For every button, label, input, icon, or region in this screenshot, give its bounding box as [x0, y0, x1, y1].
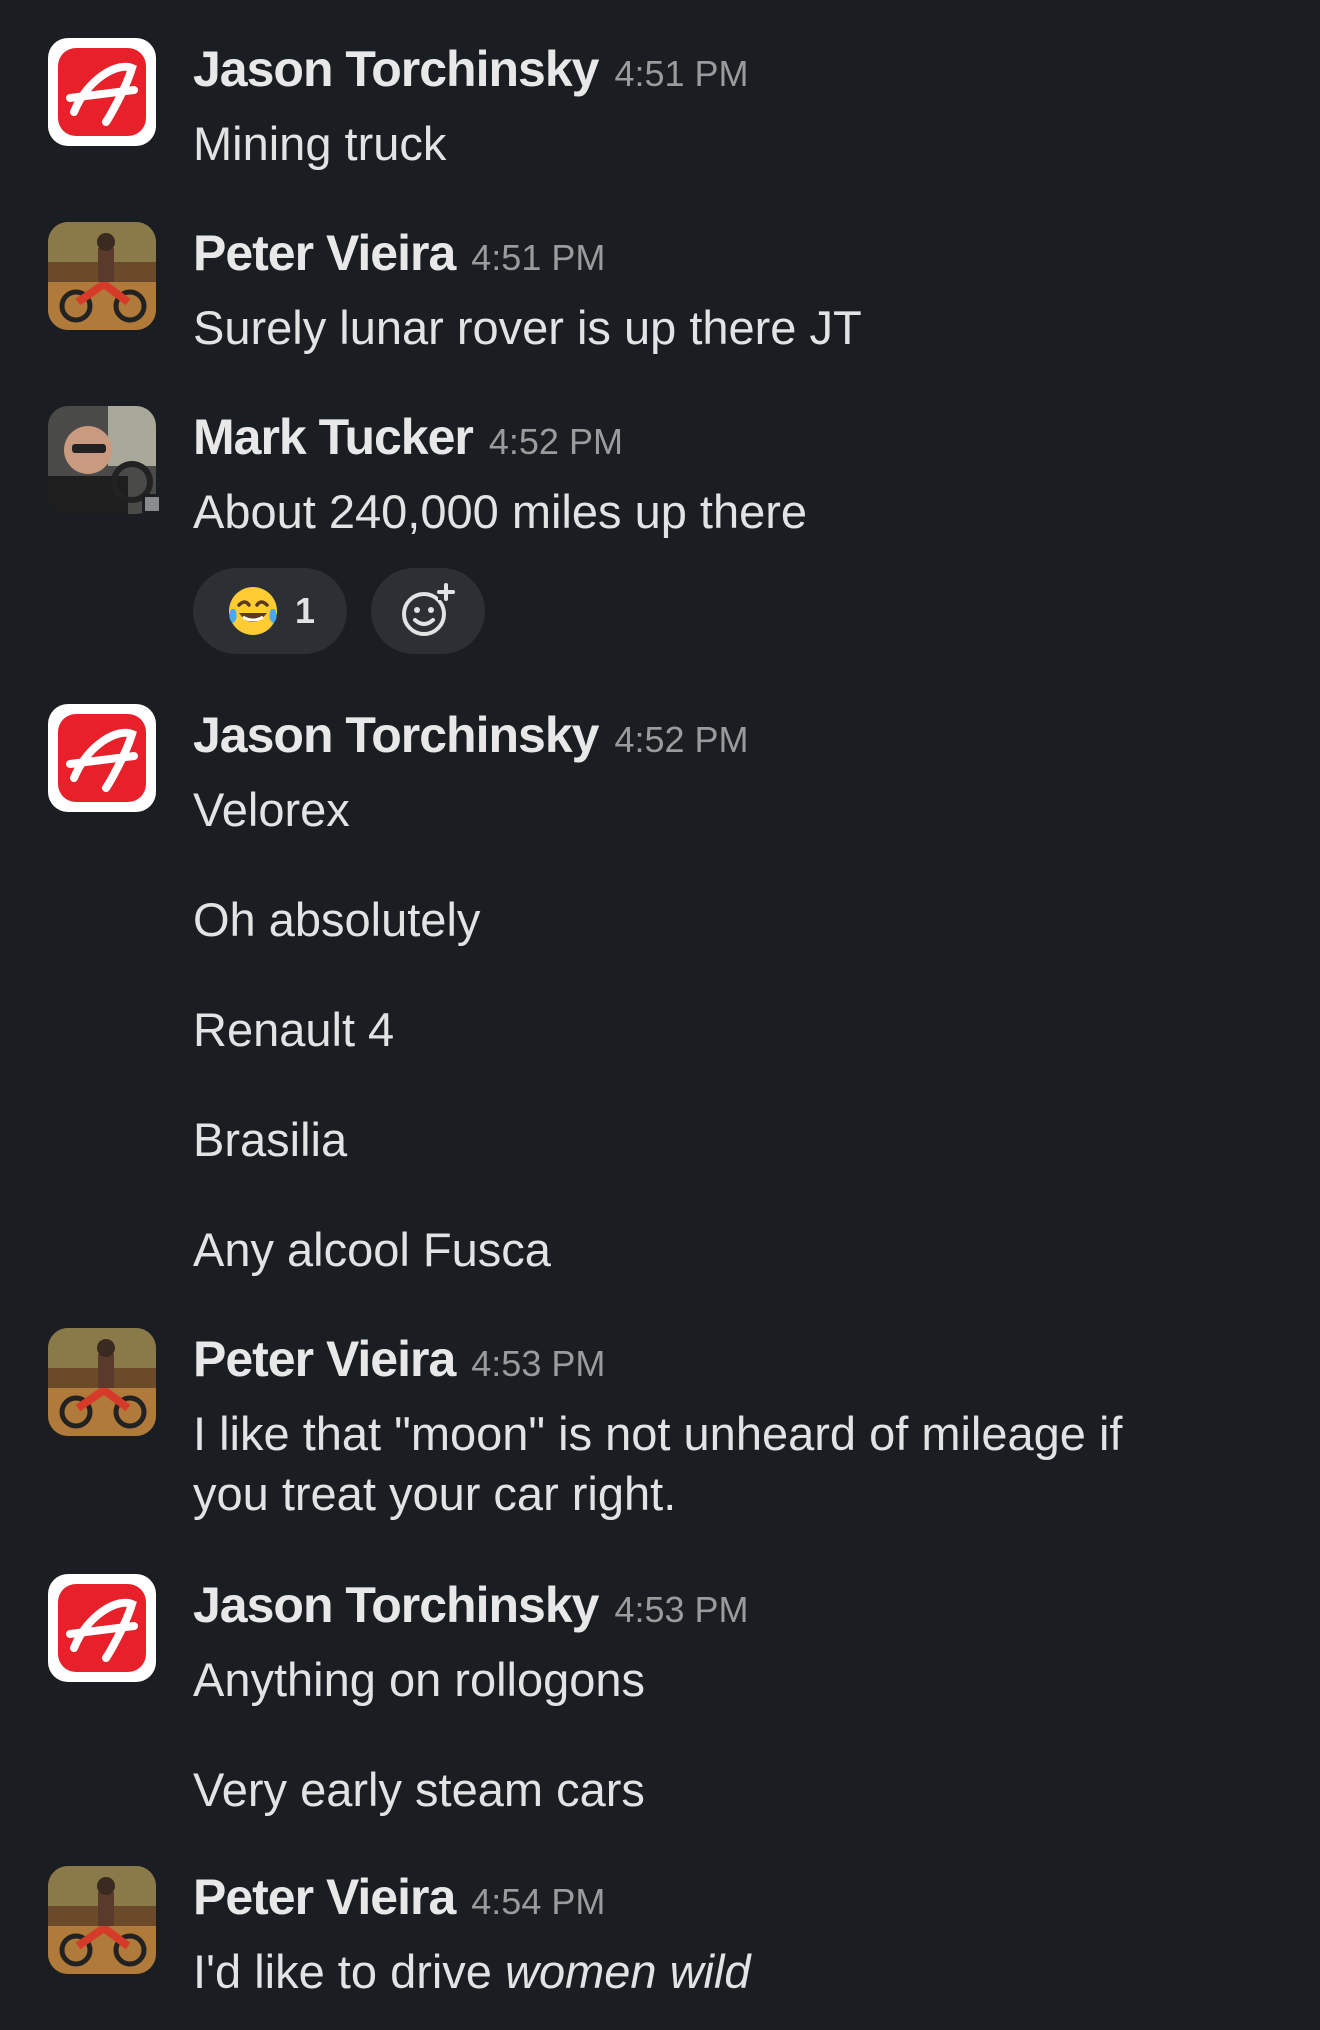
message-text: Renault 4 — [193, 1003, 395, 1056]
timestamp[interactable]: 4:51 PM — [471, 237, 605, 279]
message-text: Any alcool Fusca — [193, 1223, 551, 1276]
avatar[interactable] — [48, 38, 156, 146]
timestamp[interactable]: 4:52 PM — [489, 421, 623, 463]
avatar[interactable] — [48, 1866, 156, 1974]
message-text: About 240,000 miles up there — [193, 485, 808, 538]
message-text-italic: women wild — [505, 1945, 751, 1998]
message-text: you treat your car right. — [193, 1467, 677, 1520]
add-reaction-button[interactable] — [371, 568, 485, 654]
message-text: I'd like to drive women wild — [193, 1942, 751, 2002]
add-reaction-icon — [402, 583, 455, 636]
jalopnik-logo-icon — [48, 1574, 156, 1682]
presence-indicator — [142, 494, 162, 514]
dirt-bike-photo — [48, 1866, 156, 1974]
reaction-pill[interactable]: 1 — [193, 568, 347, 654]
reaction-count: 1 — [294, 590, 316, 631]
avatar[interactable] — [48, 704, 156, 812]
message-text: Surely lunar rover is up there JT — [193, 301, 862, 354]
avatar[interactable] — [48, 1328, 156, 1436]
timestamp[interactable]: 4:53 PM — [614, 1589, 748, 1631]
message-text: Mining truck — [193, 117, 447, 170]
author-name[interactable]: Jason Torchinsky — [193, 706, 599, 764]
message-text: Velorex — [193, 783, 350, 836]
author-name[interactable]: Mark Tucker — [193, 408, 474, 466]
author-name[interactable]: Peter Vieira — [193, 1330, 456, 1388]
timestamp[interactable]: 4:53 PM — [471, 1343, 605, 1385]
tears-of-joy-emoji-icon — [228, 587, 277, 635]
message-text: I like that "moon" is not unheard of mil… — [193, 1407, 1123, 1460]
message-text: Brasilia — [193, 1113, 348, 1166]
author-name[interactable]: Peter Vieira — [193, 224, 456, 282]
timestamp[interactable]: 4:54 PM — [471, 1881, 605, 1923]
dirt-bike-photo — [48, 222, 156, 330]
dirt-bike-photo — [48, 1328, 156, 1436]
avatar[interactable] — [48, 1574, 156, 1682]
timestamp[interactable]: 4:51 PM — [614, 53, 748, 95]
author-name[interactable]: Jason Torchinsky — [193, 40, 599, 98]
timestamp[interactable]: 4:52 PM — [614, 719, 748, 761]
message-text-plain: I'd like to drive — [193, 1945, 505, 1998]
jalopnik-logo-icon — [48, 38, 156, 146]
avatar[interactable] — [48, 222, 156, 330]
avatar[interactable] — [48, 406, 156, 514]
message-text: Anything on rollogons — [193, 1653, 646, 1706]
author-name[interactable]: Peter Vieira — [193, 1868, 456, 1926]
message-feed: Jason Torchinsky 4:51 PM Mining truck Pe… — [0, 0, 1320, 2030]
jalopnik-logo-icon — [48, 704, 156, 812]
message-text: Oh absolutely — [193, 893, 481, 946]
driver-photo — [48, 406, 156, 514]
author-name[interactable]: Jason Torchinsky — [193, 1576, 599, 1634]
message-text: Very early steam cars — [193, 1763, 645, 1816]
